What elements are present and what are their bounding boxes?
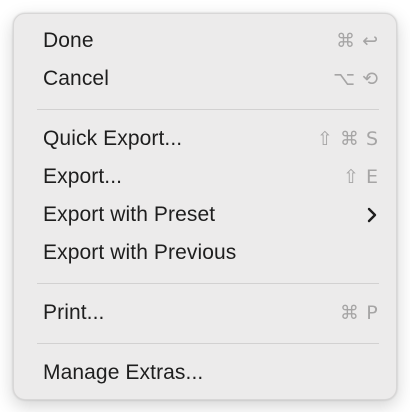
menu-item-label: Export with Previous [43, 241, 237, 264]
command-key-icon: ⌘ [336, 30, 356, 52]
keyboard-shortcut: ⌘ P [340, 302, 378, 324]
menu-item-label: Quick Export... [43, 127, 183, 150]
menu-separator [37, 283, 379, 284]
menu-item-label: Manage Extras... [43, 361, 204, 384]
shortcut-letter: E [365, 166, 378, 188]
command-key-icon: ⌘ [339, 128, 359, 150]
keyboard-shortcut: ⇧ E [343, 166, 378, 188]
keyboard-shortcut: ⇧ ⌘ S [317, 128, 378, 150]
menu-item-label: Export... [43, 165, 123, 188]
menu-item-export-with-preset[interactable]: Export with Preset [20, 196, 390, 234]
return-key-icon: ↩ [362, 30, 378, 52]
menu-item-print[interactable]: Print... ⌘ P [20, 294, 390, 332]
menu-separator [37, 343, 379, 344]
menu-item-cancel[interactable]: Cancel ⌥ ⟲ [20, 60, 390, 98]
revert-icon: ⟲ [362, 68, 378, 90]
menu-item-export[interactable]: Export... ⇧ E [20, 158, 390, 196]
menu-item-label: Print... [43, 301, 105, 324]
shift-key-icon: ⇧ [317, 128, 333, 150]
shortcut-letter: S [365, 128, 378, 150]
option-key-icon: ⌥ [333, 68, 356, 90]
menu-item-done[interactable]: Done ⌘ ↩ [20, 22, 390, 60]
shortcut-letter: P [366, 302, 378, 324]
menu-item-label: Cancel [43, 67, 109, 90]
keyboard-shortcut: ⌘ ↩ [336, 30, 378, 52]
menu-item-label: Export with Preset [43, 203, 216, 226]
menu-separator [37, 109, 379, 110]
context-menu: Done ⌘ ↩ Cancel ⌥ ⟲ Quick Export... ⇧ ⌘ … [13, 13, 397, 400]
chevron-right-icon [366, 206, 378, 224]
keyboard-shortcut: ⌥ ⟲ [333, 68, 378, 90]
command-key-icon: ⌘ [340, 302, 359, 324]
menu-item-label: Done [43, 29, 94, 52]
menu-item-quick-export[interactable]: Quick Export... ⇧ ⌘ S [20, 120, 390, 158]
menu-item-export-with-previous[interactable]: Export with Previous [20, 234, 390, 272]
shift-key-icon: ⇧ [343, 166, 359, 188]
menu-item-manage-extras[interactable]: Manage Extras... [20, 354, 390, 392]
